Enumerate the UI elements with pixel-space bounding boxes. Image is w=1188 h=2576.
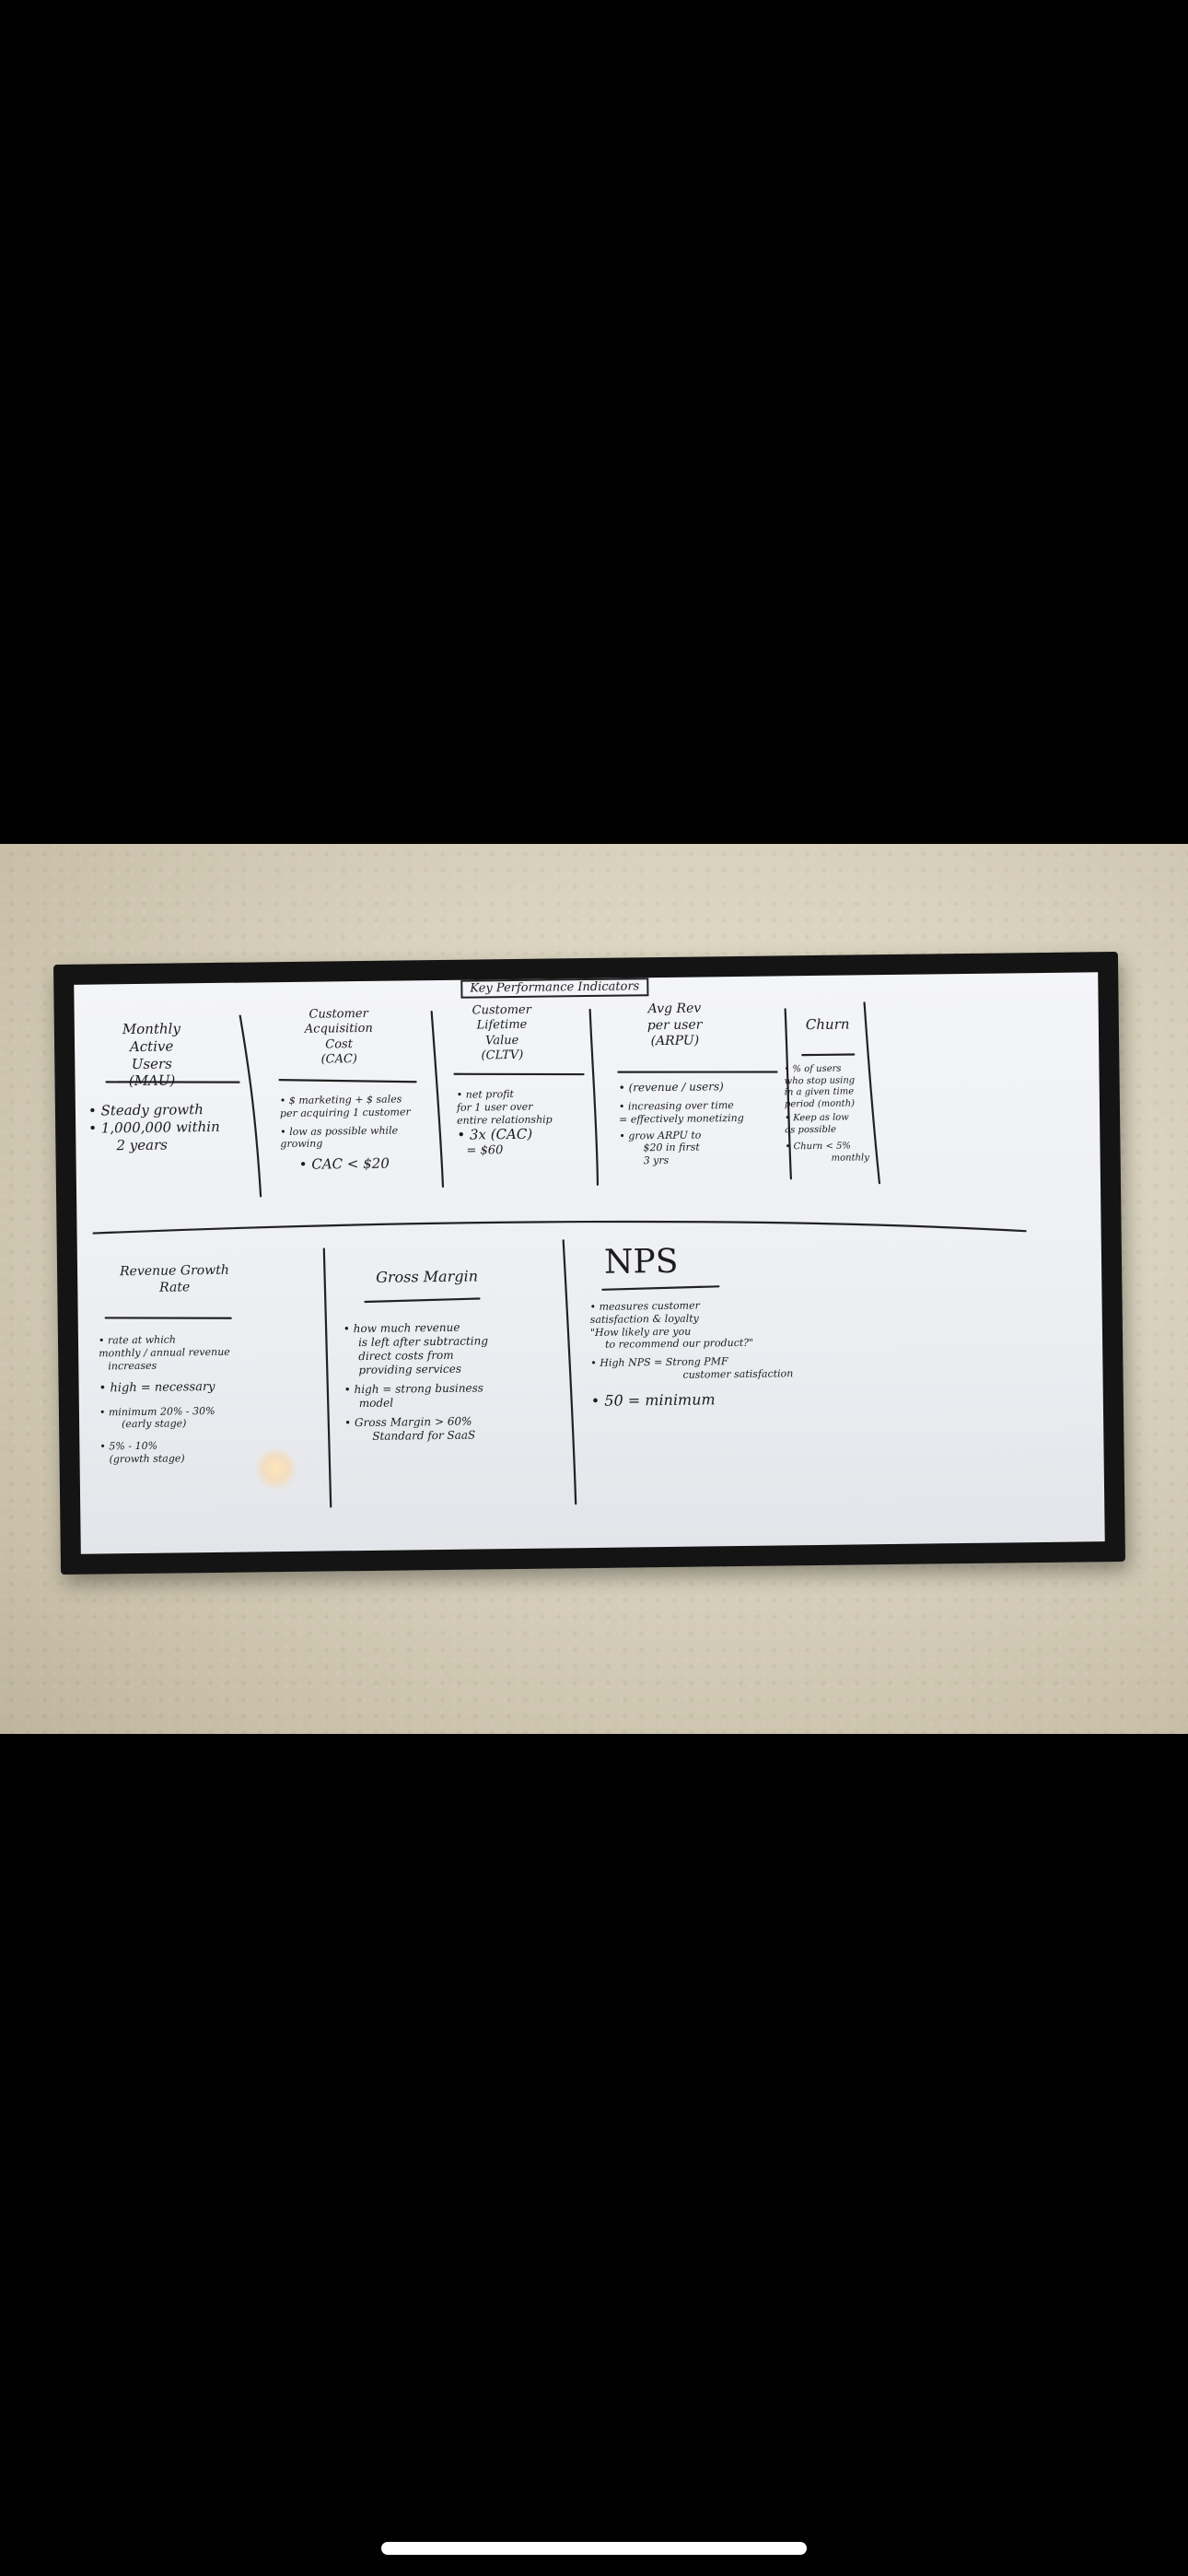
nps-heading-line: NPS xyxy=(603,1242,679,1282)
cltv-heading-line: Customer xyxy=(472,1002,532,1018)
arpu-bullet: • (revenue / users) xyxy=(618,1080,724,1095)
churn-bullet: • % of users xyxy=(784,1063,842,1075)
cltv-bullet: entire relationship xyxy=(457,1112,553,1127)
home-indicator[interactable] xyxy=(381,2542,807,2555)
cac-bullet: per acquiring 1 customer xyxy=(279,1106,411,1119)
cac-heading-line: Acquisition xyxy=(304,1022,373,1037)
cac-notes: • $ marketing + $ sales per acquiring 1 … xyxy=(280,1093,412,1173)
gross-margin-bullet: is left after subtracting xyxy=(357,1334,489,1350)
board-title: Key Performance Indicators xyxy=(460,978,649,999)
mau-notes: • Steady growth • 1,000,000 within 2 yea… xyxy=(88,1101,220,1154)
arpu-heading: Avg Rev per user (ARPU) xyxy=(647,1001,703,1049)
gross-margin-notes: • how much revenue is left after subtrac… xyxy=(344,1320,490,1444)
churn-bullet: • Churn < 5% xyxy=(785,1141,851,1153)
gross-margin-bullet: model xyxy=(358,1396,394,1411)
gross-margin-bullet: Standard for SaaS xyxy=(372,1428,476,1443)
cltv-bullet: • 3x (CAC) xyxy=(457,1125,533,1143)
mau-heading-line: (MAU) xyxy=(128,1071,176,1090)
gross-margin-bullet: providing services xyxy=(358,1362,462,1377)
mau-bullet: • Steady growth xyxy=(87,1101,204,1119)
cac-bullet: growing xyxy=(280,1137,323,1151)
revenue-growth-bullet: (early stage) xyxy=(122,1417,187,1431)
cac-heading-line: (CAC) xyxy=(320,1051,358,1067)
cltv-heading-line: (CLTV) xyxy=(481,1048,524,1063)
cltv-heading-line: Value xyxy=(484,1033,519,1048)
arpu-bullet: 3 yrs xyxy=(643,1153,670,1167)
mau-heading-line: Active xyxy=(129,1037,174,1055)
arpu-heading-line: Avg Rev xyxy=(647,1001,702,1017)
cac-heading: Customer Acquisition Cost (CAC) xyxy=(305,1007,374,1068)
churn-bullet: monthly xyxy=(831,1152,869,1164)
revenue-growth-bullet: • minimum 20% - 30% xyxy=(99,1404,215,1419)
cac-heading-line: Cost xyxy=(325,1036,353,1051)
mau-bullet: • 1,000,000 within xyxy=(88,1118,220,1137)
gross-margin-heading-line: Gross Margin xyxy=(376,1267,479,1286)
mau-heading-line: Monthly xyxy=(122,1020,181,1038)
cltv-heading: Customer Lifetime Value (CLTV) xyxy=(472,1003,532,1064)
revenue-growth-bullet: monthly / annual revenue xyxy=(99,1345,230,1360)
revenue-growth-notes: • rate at which monthly / annual revenue… xyxy=(99,1333,231,1466)
revenue-growth-bullet: increases xyxy=(108,1359,157,1372)
mau-bullet: 2 years xyxy=(116,1136,168,1153)
whiteboard-surface: Key Performance Indicators Monthly Activ… xyxy=(74,972,1105,1554)
whiteboard-photo: Key Performance Indicators Monthly Activ… xyxy=(0,844,1188,1734)
revenue-growth-heading-line: Revenue Growth xyxy=(119,1262,229,1280)
arpu-bullet: • increasing over time xyxy=(618,1099,734,1113)
churn-heading-line: Churn xyxy=(805,1015,850,1034)
churn-bullet: • Keep as low xyxy=(785,1112,849,1124)
churn-bullet: in a given time xyxy=(784,1086,855,1098)
churn-heading: Churn xyxy=(806,1016,850,1034)
churn-bullet: as possible xyxy=(785,1124,836,1135)
churn-bullet: period (month) xyxy=(784,1097,856,1109)
revenue-growth-bullet: • high = necessary xyxy=(99,1380,215,1396)
nps-notes: • measures customer satisfaction & loyal… xyxy=(590,1298,794,1410)
cltv-bullet: = $60 xyxy=(466,1143,504,1158)
cltv-notes: • net profit for 1 user over entire rela… xyxy=(457,1087,553,1159)
revenue-growth-heading: Revenue Growth Rate xyxy=(120,1263,229,1296)
cltv-bullet: for 1 user over xyxy=(456,1100,533,1114)
revenue-growth-heading-line: Rate xyxy=(158,1279,191,1295)
arpu-heading-line: (ARPU) xyxy=(650,1033,700,1049)
mau-heading: Monthly Active Users (MAU) xyxy=(122,1020,181,1090)
nps-bullet: to recommend our product?" xyxy=(605,1337,754,1352)
whiteboard-frame: Key Performance Indicators Monthly Activ… xyxy=(52,951,1126,1575)
mau-heading-line: Users xyxy=(131,1055,172,1072)
revenue-growth-bullet: (growth stage) xyxy=(109,1452,185,1466)
arpu-notes: • (revenue / users) • increasing over ti… xyxy=(619,1080,745,1167)
churn-notes: • % of users who stop using in a given t… xyxy=(784,1063,869,1165)
cltv-heading-line: Lifetime xyxy=(476,1018,528,1033)
cac-bullet: • $ marketing + $ sales xyxy=(279,1093,402,1107)
nps-heading: NPS xyxy=(604,1241,679,1283)
cac-bullet: • CAC < $20 xyxy=(298,1154,390,1173)
nps-bullet: • 50 = minimum xyxy=(590,1389,716,1410)
gross-margin-heading: Gross Margin xyxy=(376,1267,478,1286)
churn-bullet: who stop using xyxy=(784,1074,856,1086)
cac-heading-line: Customer xyxy=(309,1006,368,1022)
cltv-bullet: • net profit xyxy=(456,1087,515,1101)
arpu-heading-line: per user xyxy=(646,1016,703,1033)
cac-bullet: • low as possible while xyxy=(280,1124,399,1138)
nps-bullet: customer satisfaction xyxy=(682,1367,794,1381)
arpu-bullet: = effectively monetizing xyxy=(619,1111,744,1126)
gross-margin-bullet: • high = strong business xyxy=(344,1381,484,1397)
